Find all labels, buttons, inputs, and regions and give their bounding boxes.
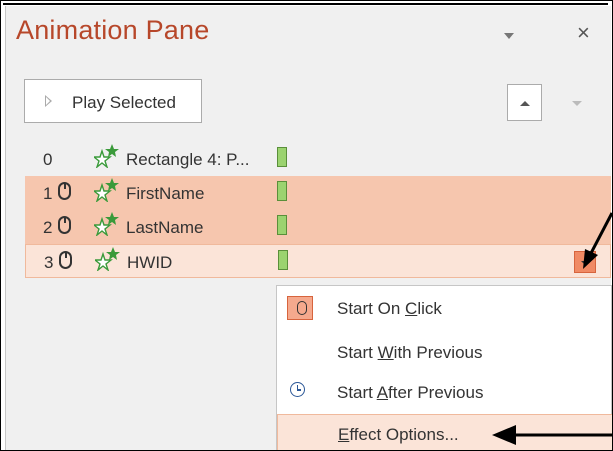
mouse-click-icon [58,182,71,200]
clock-icon [290,382,305,397]
timing-bar [277,215,287,235]
mouse-click-icon [59,251,72,269]
animation-order: 2 [43,218,53,237]
entrance-effect-star-icon [94,144,119,168]
play-selected-button[interactable]: Play Selected [24,79,202,123]
entrance-effect-star-icon [94,212,119,236]
animation-context-menu: Start On Click Start With Previous Start… [276,285,612,450]
animation-label: LastName [126,218,204,237]
mouse-click-icon [58,216,71,234]
animation-order: 3 [44,253,54,272]
move-up-button[interactable] [507,84,542,121]
animation-row[interactable]: 3 HWID [25,244,611,278]
row-dropdown-button[interactable] [574,251,596,273]
entrance-effect-star-icon [95,247,120,271]
timing-bar [277,181,287,201]
menu-item-start-after-previous[interactable]: Start After Previous [277,372,612,412]
animation-order: 0 [43,150,53,169]
menu-item-start-on-click[interactable]: Start On Click [277,288,612,328]
move-down-button[interactable] [546,84,582,121]
arrow-down-icon [572,101,582,106]
animation-label: HWID [127,253,173,272]
animation-row[interactable]: 2 LastName [25,210,611,244]
pane-title: Animation Pane [16,15,210,45]
play-icon [45,95,52,107]
animation-order: 1 [43,184,53,203]
animation-label: FirstName [126,184,205,203]
top-border [3,3,608,5]
timing-bar [278,250,288,270]
menu-item-label: Effect Options... [338,425,459,444]
menu-item-label: Start On Click [337,299,442,318]
menu-item-label: Start After Previous [337,383,484,402]
entrance-effect-star-icon [94,178,119,202]
screenshot-frame: Animation Pane × Play Selected 0 Rectang… [0,0,613,451]
menu-item-label: Start With Previous [337,343,483,362]
animation-label: Rectangle 4: P... [126,150,250,169]
menu-item-start-with-previous[interactable]: Start With Previous [277,332,612,372]
animation-row[interactable]: 0 Rectangle 4: P... [25,142,611,176]
timing-bar [277,147,287,167]
play-selected-label: Play Selected [72,93,176,112]
pane-options-dropdown-icon[interactable] [504,33,514,39]
menu-item-effect-options[interactable]: Effect Options... [277,414,612,450]
arrow-up-icon [520,101,530,106]
mouse-click-icon [287,296,313,320]
animation-row[interactable]: 1 FirstName [25,176,611,210]
close-icon[interactable]: × [577,20,590,46]
chevron-down-icon [581,261,589,265]
